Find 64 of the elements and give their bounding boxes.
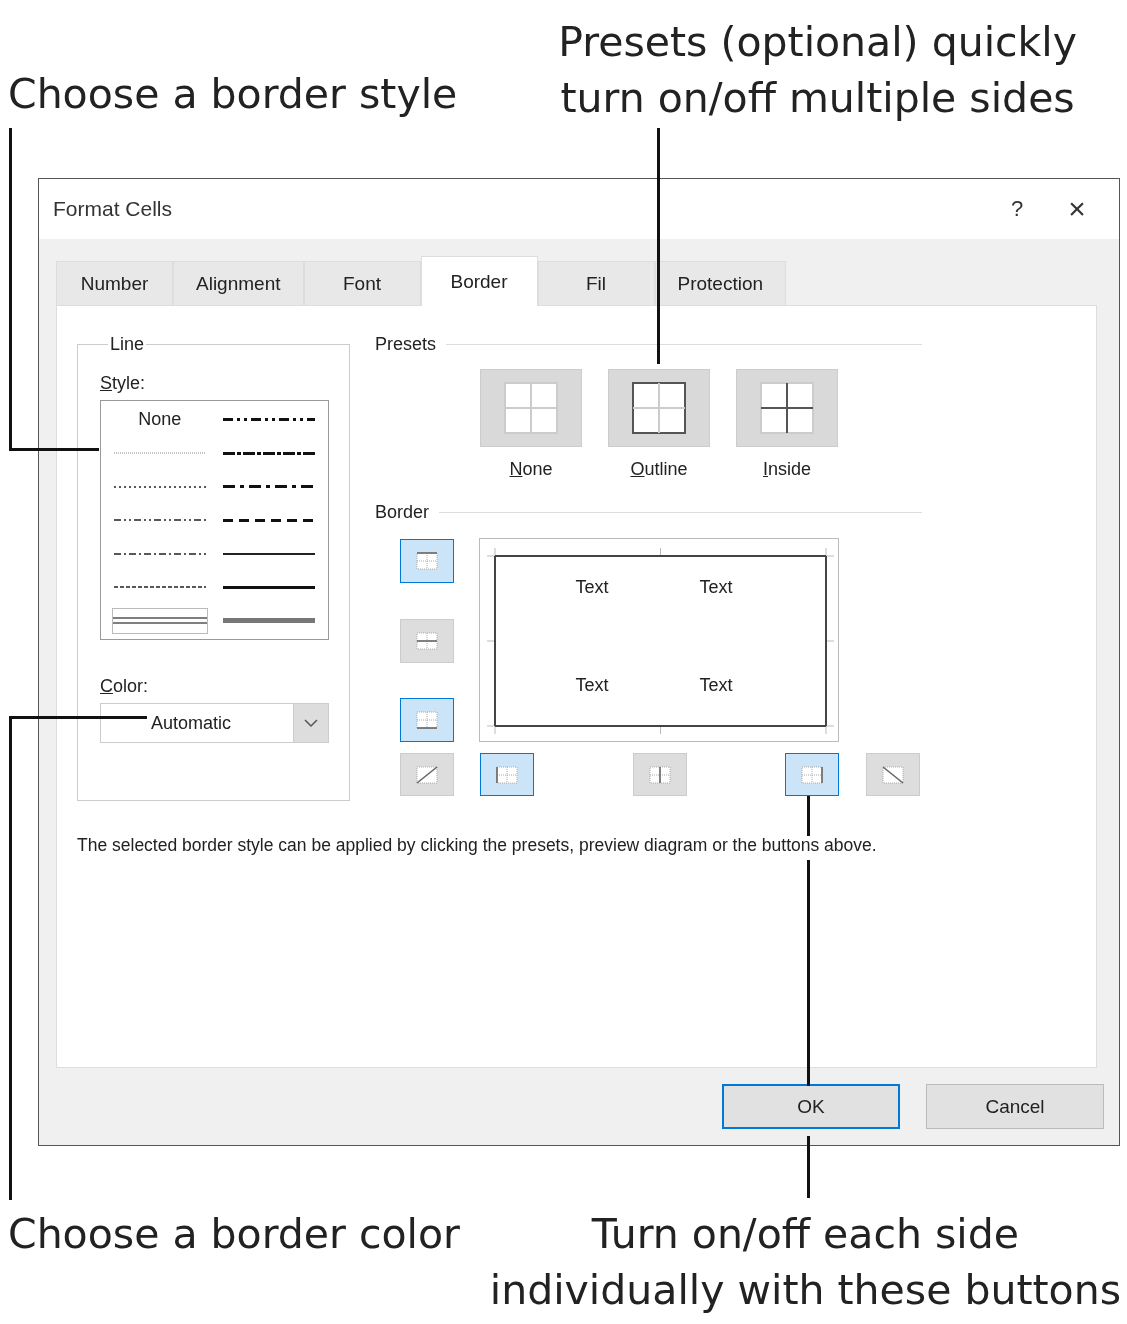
dialog-button[interactable]: Cancel [926,1084,1104,1129]
help-button[interactable]: ? [987,189,1047,229]
section-title: Presets [375,334,437,355]
tab[interactable]: Border [420,256,538,306]
grid-icon [414,630,440,652]
preset-label: Inside [762,459,811,480]
border-side-button[interactable] [785,753,839,796]
line-style-option[interactable] [223,418,316,422]
dropdown-value: Automatic [150,712,233,734]
grid-icon [880,763,906,786]
hint-text: The selected border style can be applied by clicking the presets, preview diagram or the buttons above. [77,835,878,856]
line-style-option[interactable] [223,451,316,455]
grid-icon [414,763,440,786]
border-side-button[interactable] [400,539,454,583]
preset-label: None [509,459,553,480]
callout-text: Presets (optional) quickly turn on/off multiple sides [558,17,1077,124]
chevron-down-icon [304,718,318,728]
line-style-option[interactable] [223,518,316,522]
style-option[interactable]: None [134,409,186,431]
preview-border-drawing[interactable] [494,555,827,727]
preset-label: Outline [630,459,688,480]
leader-line [807,796,810,836]
line-style-option[interactable] [113,552,206,555]
window-title: Format Cells [53,197,174,221]
line-style-option[interactable] [223,485,316,489]
preset-button[interactable] [736,369,838,447]
preview-text: Text [699,577,733,597]
tab[interactable]: Alignment [173,261,304,305]
line-style-option[interactable] [113,586,206,589]
grid-icon [504,382,558,434]
section-title: Border [375,502,430,523]
callout-text: Choose a border style [8,69,458,120]
dialog-button[interactable]: OK [722,1084,900,1129]
grid-icon [632,382,686,434]
color-dropdown[interactable]: Automatic [100,703,329,743]
preview-text: Text [575,577,609,597]
leader-line [807,1136,810,1198]
line-style-option[interactable] [113,485,206,488]
grid-icon [414,709,440,731]
border-side-button[interactable] [400,698,454,742]
preset-button[interactable] [608,369,710,447]
border-preview[interactable]: Text Text Text Text [479,538,839,742]
field-label: Color: [100,676,149,697]
field-label: Style: [100,373,147,394]
grid-icon [414,550,440,572]
border-side-button[interactable] [480,753,534,796]
callout-text: Choose a border color [8,1209,460,1260]
line-style-option[interactable] [223,585,316,589]
preview-text: Text [575,675,609,695]
grid-icon [494,763,520,786]
close-button[interactable]: × [1047,189,1107,229]
group-title: Line [109,334,146,355]
tab[interactable]: Fil [537,261,655,305]
grid-icon [647,763,673,786]
callout-text: Turn on/off each side individually with these buttons [489,1209,1121,1316]
line-style-option[interactable] [223,552,316,555]
line-style-option[interactable] [113,519,206,522]
tab[interactable]: Protection [654,261,787,305]
grid-icon [760,382,814,434]
preview-text: Text [699,675,733,695]
grid-icon [799,763,825,786]
style-list[interactable]: None [100,400,329,640]
tab[interactable]: Number [56,261,173,305]
tab[interactable]: Font [303,261,421,305]
